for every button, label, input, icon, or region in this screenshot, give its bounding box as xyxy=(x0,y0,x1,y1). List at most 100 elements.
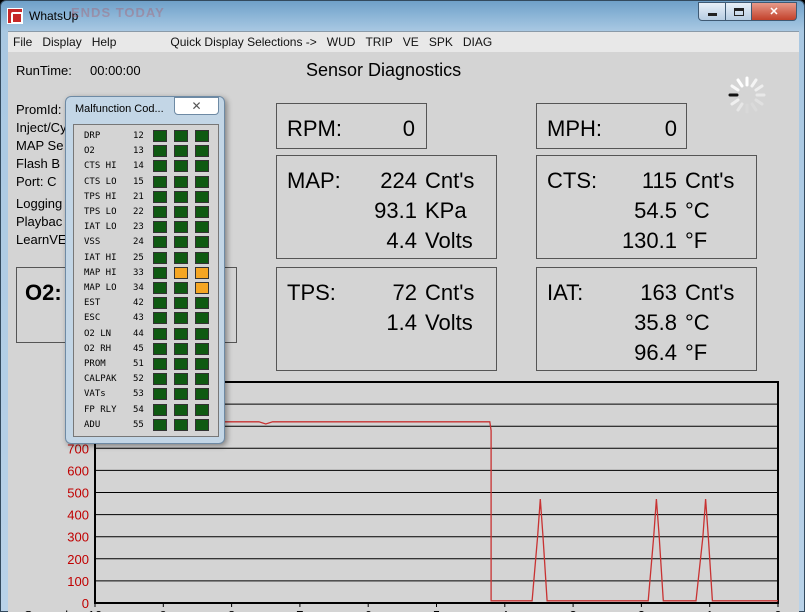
menu-spk[interactable]: SPK xyxy=(424,35,458,49)
iat-unit-fahrenheit: °F xyxy=(685,340,708,365)
iat-label: IAT: xyxy=(547,280,584,305)
malfunction-code-name: FP RLY xyxy=(84,404,117,415)
x-tick-label: 4 xyxy=(501,608,508,612)
mph-panel: MPH: 0 xyxy=(536,103,687,149)
malfunction-indicator-ok xyxy=(174,373,188,386)
tps-unit-volts: Volts xyxy=(425,310,473,335)
y-tick-label: 100 xyxy=(67,574,89,589)
malfunction-code-list: DRP 12 O2 13 CTS HI 14 CTS LO 15 TPS HI 21 TPS LO 2… xyxy=(73,124,219,437)
tps-value-counts: 72 xyxy=(392,280,417,305)
malfunction-indicator-ok xyxy=(195,418,209,431)
menu-file[interactable]: File xyxy=(8,35,37,49)
menu-bar: File Display Help Quick Display Selectio… xyxy=(8,32,799,52)
menu-quick-display[interactable]: Quick Display Selections -> xyxy=(165,35,321,49)
malfunction-indicator-ok xyxy=(174,312,188,325)
malfunction-code-number: 54 xyxy=(133,404,144,415)
malfunction-code-number: 55 xyxy=(133,419,144,430)
menu-help[interactable]: Help xyxy=(87,35,122,49)
minimize-icon xyxy=(707,13,717,16)
tps-value-volts: 1.4 xyxy=(386,310,417,335)
malfunction-code-row: PROM 51 xyxy=(74,357,220,372)
malfunction-indicator-ok xyxy=(195,130,209,142)
malfunction-indicator-ok xyxy=(195,312,209,325)
malfunction-code-row: DRP 12 xyxy=(74,129,220,144)
malfunction-code-number: 25 xyxy=(133,252,144,263)
malfunction-indicator-ok xyxy=(174,282,188,294)
close-button[interactable]: ✕ xyxy=(751,2,797,21)
iat-panel: IAT: 163 Cnt's 35.8 °C 96.4 °F xyxy=(536,267,757,371)
malfunction-indicator-ok xyxy=(174,403,188,416)
iat-unit-celsius: °C xyxy=(685,310,710,335)
malfunction-code-name: IAT LO xyxy=(84,222,117,233)
menu-diag[interactable]: DIAG xyxy=(458,35,497,49)
cts-unit-fahrenheit: °F xyxy=(685,228,708,253)
y-tick-label: 500 xyxy=(67,486,89,501)
malfunction-code-name: TPS HI xyxy=(84,191,117,202)
title-bar[interactable]: WhatsUp ENDS TODAY ✕ xyxy=(1,1,804,31)
iat-value-celsius: 35.8 xyxy=(634,310,677,335)
menu-ve[interactable]: VE xyxy=(398,35,424,49)
malfunction-indicator-ok xyxy=(153,145,167,158)
malfunction-indicator-ok xyxy=(174,251,188,264)
mph-value: 0 xyxy=(664,116,677,141)
malfunction-code-number: 44 xyxy=(133,328,144,339)
malfunction-indicator-ok xyxy=(195,373,209,386)
malfunction-indicator-ok xyxy=(174,236,188,249)
malfunction-indicator-ok xyxy=(195,206,209,218)
malfunction-code-name: CALPAK xyxy=(84,374,117,385)
cts-unit-counts: Cnt's xyxy=(685,168,735,193)
malfunction-code-row: VSS 24 xyxy=(74,235,220,250)
map-unit-volts: Volts xyxy=(425,228,473,253)
x-tick-label: 8 xyxy=(228,608,235,612)
maximize-icon xyxy=(733,7,744,16)
malfunction-code-row: IAT LO 23 xyxy=(74,220,220,235)
malfunction-indicator-ok xyxy=(174,160,188,173)
malfunction-code-number: 24 xyxy=(133,237,144,248)
loading-spinner-icon xyxy=(728,76,766,114)
x-tick-label: 6 xyxy=(365,608,372,612)
y-tick-label: 300 xyxy=(67,530,89,545)
menu-trip[interactable]: TRIP xyxy=(360,35,397,49)
map-panel: MAP: 224 Cnt's 93.1 KPa 4.4 Volts xyxy=(276,155,497,259)
malfunction-code-number: 15 xyxy=(133,176,144,187)
malfunction-indicator-ok xyxy=(195,342,209,355)
malfunction-indicator-ok xyxy=(174,145,188,158)
cts-unit-celsius: °C xyxy=(685,198,710,223)
malfunction-indicator-ok xyxy=(153,403,167,416)
malfunction-code-number: 22 xyxy=(133,207,144,217)
malfunction-code-number: 34 xyxy=(133,283,144,293)
menu-wud[interactable]: WUD xyxy=(322,35,361,49)
iat-value-fahrenheit: 96.4 xyxy=(634,340,677,365)
malfunction-indicator-ok xyxy=(153,175,167,188)
map-value-counts: 224 xyxy=(380,168,417,193)
malfunction-code-name: CTS HI xyxy=(84,161,117,172)
cts-label: CTS: xyxy=(547,168,598,193)
malfunction-code-name: PROM xyxy=(84,359,106,369)
malfunction-code-window[interactable]: Malfunction Cod... ✕ DRP 12 O2 13 CTS HI 14 CT… xyxy=(65,96,225,444)
x-tick-label: 2 xyxy=(638,608,645,612)
page-title: Sensor Diagnostics xyxy=(306,60,462,80)
malfunction-code-name: O2 RH xyxy=(84,343,112,354)
malfunction-code-row: CTS LO 15 xyxy=(74,175,220,190)
app-window: WhatsUp ENDS TODAY ✕ File Display Help Q… xyxy=(0,0,805,612)
minimize-button[interactable] xyxy=(698,2,726,21)
malfunction-code-name: VATs xyxy=(84,389,106,400)
malfunction-indicator-ok xyxy=(153,373,167,386)
malfunction-close-button[interactable]: ✕ xyxy=(174,97,219,115)
malfunction-code-number: 52 xyxy=(133,374,144,385)
cts-value-fahrenheit: 130.1 xyxy=(621,228,677,253)
x-tick-label: 10 xyxy=(88,608,102,612)
info-logging: Logging xyxy=(16,196,63,211)
malfunction-code-name: MAP HI xyxy=(84,267,117,278)
close-icon: ✕ xyxy=(191,99,202,113)
malfunction-indicator-ok xyxy=(174,190,188,203)
background-ghost-text: ENDS TODAY xyxy=(71,5,165,20)
malfunction-indicator-ok xyxy=(153,251,167,264)
y-tick-label: 200 xyxy=(67,552,89,567)
o2-label: O2: xyxy=(25,280,62,305)
menu-display[interactable]: Display xyxy=(37,35,86,49)
malfunction-indicator-ok xyxy=(174,206,188,218)
y-tick-label: 400 xyxy=(67,508,89,523)
maximize-button[interactable] xyxy=(725,2,752,21)
info-learnve: LearnVE xyxy=(16,232,67,247)
